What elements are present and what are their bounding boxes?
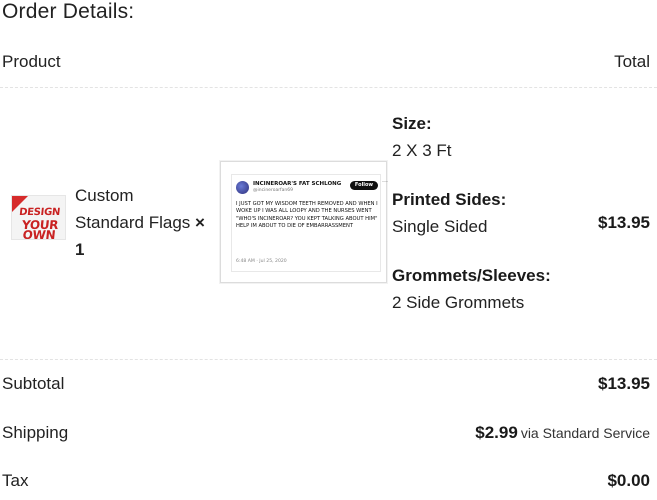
product-name-line1: Custom <box>75 186 134 205</box>
option-value-size: 2 X 3 Ft <box>392 141 452 160</box>
tweet-card: INCINEROAR'S FAT SCHLONG @incineroarfan6… <box>231 174 388 272</box>
option-label-size: Size: <box>392 114 432 133</box>
header-divider <box>0 87 657 88</box>
order-details-page: Order Details: Product Total DESIGN YOUR… <box>0 0 657 500</box>
product-column-header: Product <box>2 52 61 71</box>
shipping-value: $2.99 via Standard Service <box>475 423 650 443</box>
line-item-total: $13.95 <box>598 213 650 232</box>
option-value-printed-sides: Single Sided <box>392 217 488 236</box>
product-name-line2: Standard Flags <box>75 213 191 232</box>
product-thumbnail[interactable]: DESIGN YOUR OWN <box>11 195 66 240</box>
product-name[interactable]: Custom Standard Flags × 1 <box>75 182 225 263</box>
subtotal-value: $13.95 <box>598 374 650 393</box>
shipping-label: Shipping <box>2 423 69 442</box>
thumbnail-text-line1: DESIGN <box>18 207 61 218</box>
subtotal-label: Subtotal <box>2 374 65 393</box>
option-label-grommets: Grommets/Sleeves: <box>392 266 551 285</box>
items-divider <box>0 359 657 360</box>
tweet-follow-button: Follow <box>350 181 378 190</box>
total-column-header: Total <box>614 52 650 71</box>
shipping-amount: $2.99 <box>475 423 518 442</box>
thumbnail-text-line2: YOUR OWN <box>21 218 59 240</box>
shipping-method: via Standard Service <box>520 425 650 441</box>
tweet-timestamp: 6:48 AM · Jul 25, 2020 <box>236 259 287 264</box>
more-icon: ··· <box>382 179 388 185</box>
product-quantity: 1 <box>75 240 85 259</box>
tweet-avatar <box>236 181 249 194</box>
design-preview-image[interactable]: INCINEROAR'S FAT SCHLONG @incineroarfan6… <box>220 161 388 283</box>
option-label-printed-sides: Printed Sides: <box>392 190 507 209</box>
quantity-multiplier: × <box>195 213 205 232</box>
tweet-author-name: INCINEROAR'S FAT SCHLONG <box>253 181 342 187</box>
tax-value: $0.00 <box>607 471 650 490</box>
tweet-text: I JUST GOT MY WISDOM TEETH REMOVED AND W… <box>236 201 378 230</box>
page-title: Order Details: <box>2 0 135 23</box>
option-value-grommets: 2 Side Grommets <box>392 293 525 312</box>
tax-label: Tax <box>2 471 29 490</box>
tweet-author-handle: @incineroarfan69 <box>253 188 293 193</box>
